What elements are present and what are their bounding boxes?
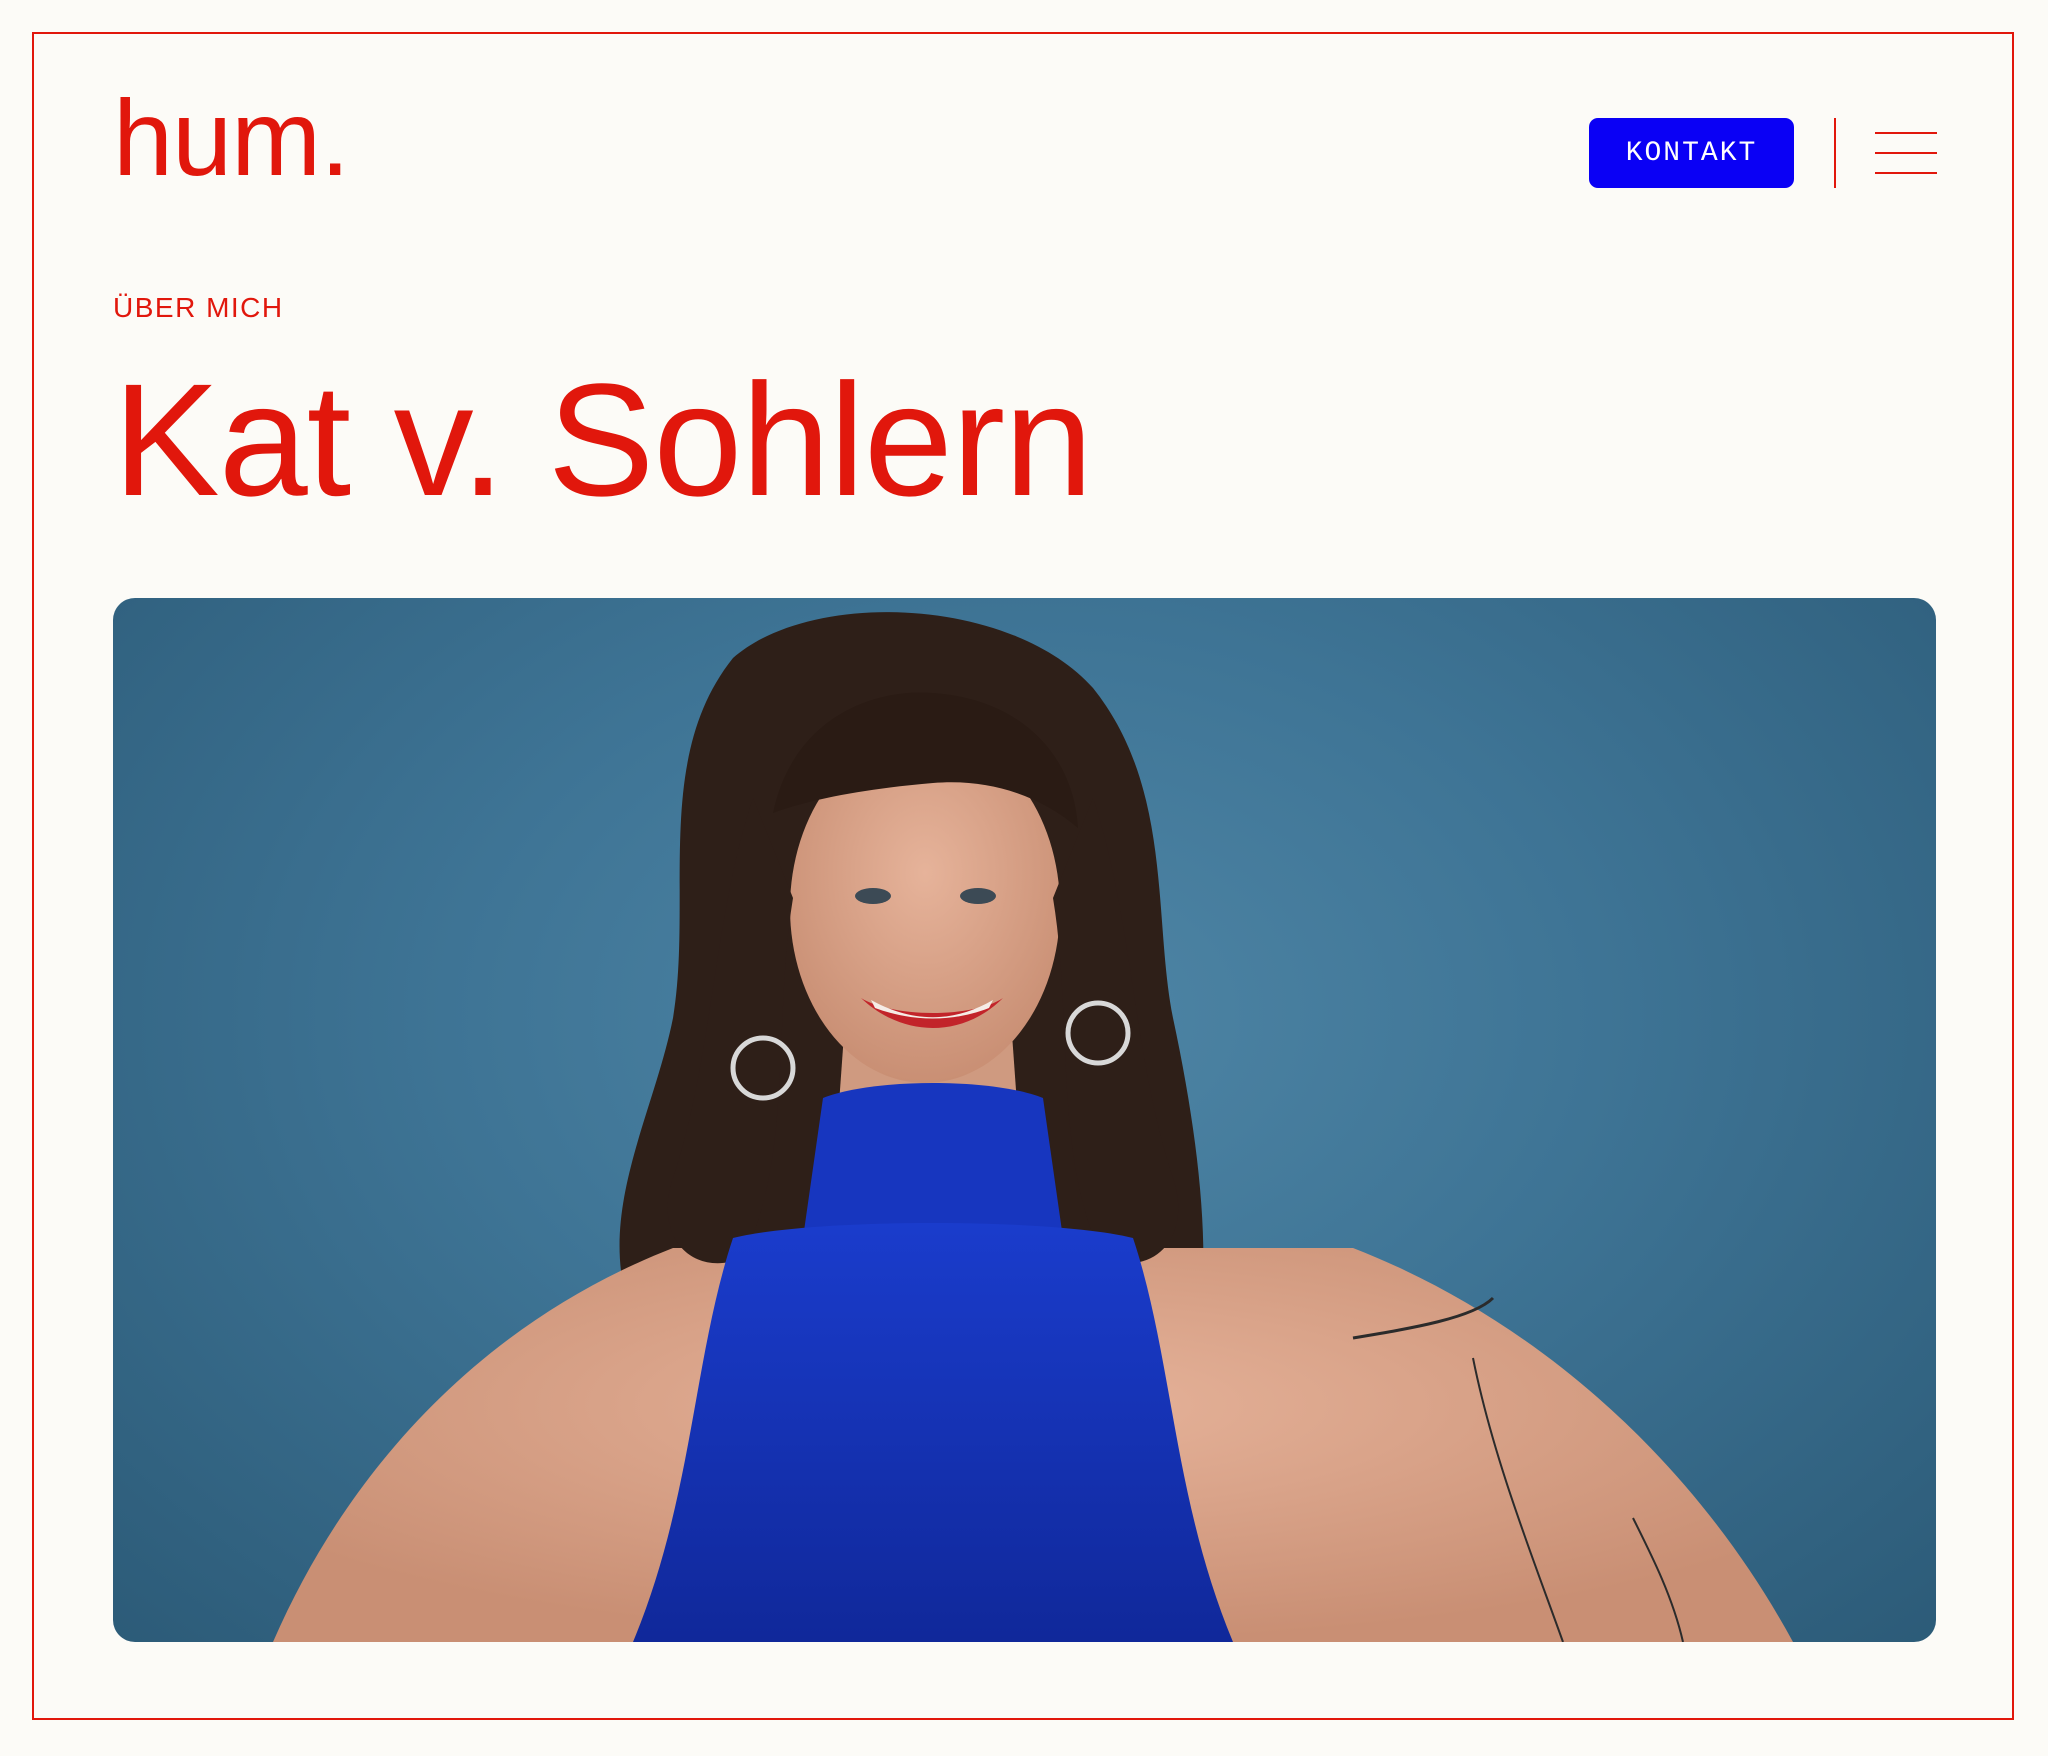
page-title: Kat v. Sohlern	[113, 350, 1093, 529]
section-eyebrow: ÜBER MICH	[113, 292, 284, 323]
site-logo[interactable]: hum.	[113, 84, 350, 192]
portrait-illustration	[273, 612, 1793, 1642]
header-divider	[1834, 118, 1836, 188]
portrait-photo	[113, 598, 1936, 1642]
contact-button[interactable]: KONTAKT	[1589, 118, 1794, 188]
sweater	[633, 1223, 1233, 1642]
hamburger-menu-icon[interactable]	[1875, 132, 1937, 174]
